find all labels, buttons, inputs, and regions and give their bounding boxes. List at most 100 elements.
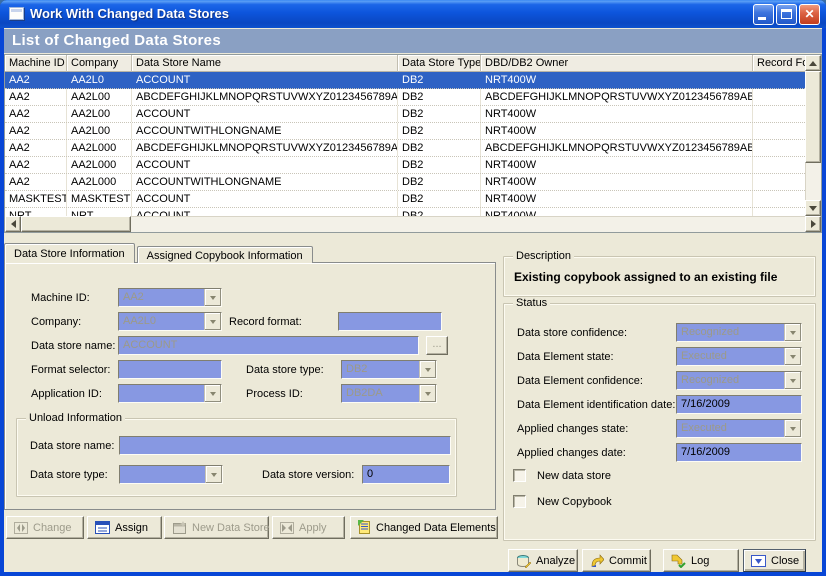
horizontal-scrollbar[interactable] — [5, 216, 821, 232]
new-copybook-checkbox[interactable] — [513, 495, 526, 508]
chevron-down-icon — [790, 355, 796, 359]
table-row[interactable]: AA2 AA2L00 ACCOUNT DB2 NRT400W — [5, 106, 805, 123]
chevron-down-icon — [210, 392, 216, 396]
vertical-scrollbar[interactable] — [805, 55, 821, 216]
chevron-down-icon — [425, 392, 431, 396]
column-header-record-format[interactable]: Record Format — [753, 55, 805, 72]
dropdown-button — [205, 466, 222, 483]
commit-button[interactable]: Commit — [582, 549, 651, 572]
assign-form-icon — [95, 521, 110, 534]
browse-button: ... — [426, 336, 448, 355]
data-element-state-combo: Executed — [676, 347, 802, 366]
table-row[interactable]: AA2 AA2L000 ACCOUNT DB2 NRT400W — [5, 157, 805, 174]
table-row[interactable]: AA2 AA2L00 ABCDEFGHIJKLMNOPQRSTUVWXYZ012… — [5, 89, 805, 106]
applied-changes-state-combo: Executed — [676, 419, 802, 438]
notepad-icon — [358, 520, 371, 535]
cell-dbd-db2-owner: ABCDEFGHIJKLMNOPQRSTUVWXYZ0123456789ABCD… — [481, 140, 753, 156]
tab-assigned-copybook-information[interactable]: Assigned Copybook Information — [137, 246, 313, 263]
status-group: Status Data store confidence: Recognized… — [503, 303, 816, 541]
column-header-dbd-db2-owner[interactable]: DBD/DB2 Owner — [481, 55, 753, 72]
data-element-confidence-label: Data Element confidence: — [517, 375, 643, 387]
maximize-button[interactable] — [776, 4, 797, 25]
format-selector-field[interactable] — [118, 360, 222, 379]
vertical-scroll-thumb[interactable] — [805, 71, 821, 163]
process-id-combo: DB2DA — [341, 384, 437, 403]
arrow-right-icon — [811, 220, 816, 228]
close-button[interactable]: Close — [743, 549, 806, 572]
scroll-left-button[interactable] — [5, 216, 21, 232]
changed-data-stores-grid: Machine ID Company Data Store Name Data … — [4, 54, 822, 233]
cell-machine-id: AA2 — [5, 89, 67, 105]
maximize-icon — [781, 9, 792, 19]
close-icon: ✕ — [800, 7, 819, 22]
data-store-type-combo: DB2 — [341, 360, 437, 379]
column-header-data-store-name[interactable]: Data Store Name — [132, 55, 398, 72]
new-data-store-checkbox[interactable] — [513, 469, 526, 482]
table-row[interactable]: AA2 AA2L00 ACCOUNTWITHLONGNAME DB2 NRT40… — [5, 123, 805, 140]
cell-company: AA2L00 — [67, 106, 132, 122]
minimize-button[interactable] — [753, 4, 774, 25]
cell-dbd-db2-owner: NRT400W — [481, 174, 753, 190]
table-row[interactable]: MASKTEST MASKTEST ACCOUNT DB2 NRT400W — [5, 191, 805, 208]
unload-data-store-type-combo — [119, 465, 223, 484]
cell-dbd-db2-owner: NRT400W — [481, 106, 753, 122]
column-header-machine-id[interactable]: Machine ID — [5, 55, 67, 72]
analyze-button[interactable]: Analyze — [508, 549, 578, 572]
cell-machine-id: AA2 — [5, 140, 67, 156]
close-window-icon — [751, 555, 766, 567]
cell-dbd-db2-owner: ABCDEFGHIJKLMNOPQRSTUVWXYZ0123456789ABCD… — [481, 89, 753, 105]
table-row[interactable]: AA2 AA2L0 ACCOUNT DB2 NRT400W — [5, 72, 805, 89]
minimize-icon — [758, 17, 766, 20]
cell-machine-id: MASKTEST — [5, 191, 67, 207]
cell-data-store-type: DB2 — [398, 106, 481, 122]
unload-data-store-name-label: Data store name: — [30, 440, 114, 452]
data-store-type-label: Data store type: — [246, 364, 324, 376]
record-format-field[interactable] — [338, 312, 442, 331]
cell-dbd-db2-owner: NRT400W — [481, 123, 753, 139]
cell-data-store-name: ACCOUNT — [132, 208, 398, 216]
chevron-down-icon — [425, 368, 431, 372]
applied-changes-date-field[interactable]: 7/16/2009 — [676, 443, 802, 462]
close-window-button[interactable]: ✕ — [799, 4, 820, 25]
status-title: Status — [513, 297, 550, 309]
cell-data-store-type: DB2 — [398, 72, 481, 88]
cell-record-format — [753, 140, 805, 156]
cell-dbd-db2-owner: NRT400W — [481, 72, 753, 88]
changed-data-elements-button[interactable]: Changed Data Elements — [350, 516, 498, 539]
table-row[interactable]: AA2 AA2L000 ACCOUNTWITHLONGNAME DB2 NRT4… — [5, 174, 805, 191]
dropdown-button — [784, 372, 801, 389]
assign-button[interactable]: Assign — [87, 516, 162, 539]
cell-record-format — [753, 157, 805, 173]
table-row[interactable]: AA2 AA2L000 ABCDEFGHIJKLMNOPQRSTUVWXYZ01… — [5, 140, 805, 157]
cell-company: AA2L00 — [67, 123, 132, 139]
applied-changes-date-label: Applied changes date: — [517, 447, 626, 459]
process-id-label: Process ID: — [246, 388, 303, 400]
application-id-label: Application ID: — [31, 388, 102, 400]
cell-data-store-name: ACCOUNTWITHLONGNAME — [132, 174, 398, 190]
application-id-combo — [118, 384, 222, 403]
company-combo: AA2L0 — [118, 312, 222, 331]
dialog-client-area: List of Changed Data Stores Machine ID C… — [4, 28, 822, 572]
dropdown-button — [784, 324, 801, 341]
page-title: List of Changed Data Stores — [4, 29, 822, 53]
scroll-down-button[interactable] — [805, 200, 821, 216]
column-header-company[interactable]: Company — [67, 55, 132, 72]
data-store-confidence-combo: Recognized — [676, 323, 802, 342]
column-header-data-store-type[interactable]: Data Store Type — [398, 55, 481, 72]
horizontal-scroll-thumb[interactable] — [21, 216, 131, 232]
tab-data-store-information[interactable]: Data Store Information — [4, 243, 135, 263]
data-element-confidence-combo: Recognized — [676, 371, 802, 390]
data-element-identification-date-field[interactable]: 7/16/2009 — [676, 395, 802, 414]
data-store-name-field[interactable]: ACCOUNT — [118, 336, 419, 355]
data-store-version-field[interactable]: 0 — [362, 465, 450, 484]
grid-body: AA2 AA2L0 ACCOUNT DB2 NRT400W AA2 AA2L00… — [5, 72, 805, 216]
cell-record-format — [753, 72, 805, 88]
cell-record-format — [753, 106, 805, 122]
scroll-right-button[interactable] — [805, 216, 821, 232]
table-row[interactable]: NRT NRT ACCOUNT DB2 NRT400W — [5, 208, 805, 216]
scroll-up-button[interactable] — [805, 55, 821, 71]
cell-machine-id: NRT — [5, 208, 67, 216]
unload-data-store-name-field[interactable] — [119, 436, 451, 455]
apply-arrows-icon — [280, 522, 294, 534]
log-button[interactable]: Log — [663, 549, 739, 572]
